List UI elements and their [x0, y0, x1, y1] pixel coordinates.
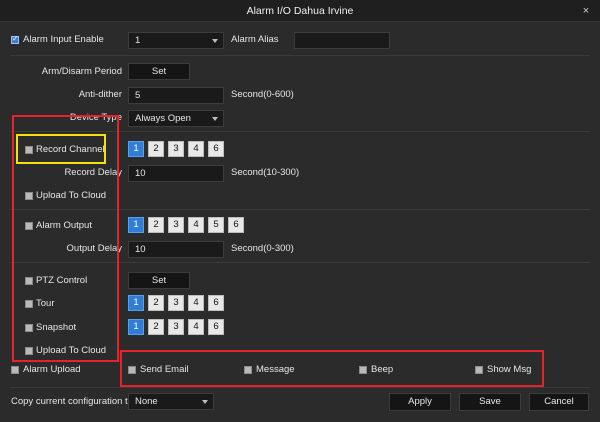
record-channel-chip[interactable]: 2 — [148, 141, 164, 157]
snapshot-chip[interactable]: 3 — [168, 319, 184, 335]
tour-chip[interactable]: 1 — [128, 295, 144, 311]
record-channel-chip[interactable]: 6 — [208, 141, 224, 157]
chevron-down-icon — [212, 39, 218, 43]
alarm-input-value: 1 — [135, 35, 141, 46]
record-channel-chips: 1 2 3 4 6 — [128, 141, 224, 157]
alarm-output-chip[interactable]: 2 — [148, 217, 164, 233]
alarm-output-chip[interactable]: 6 — [228, 217, 244, 233]
tour-chips: 1 2 3 4 6 — [128, 295, 224, 311]
record-channel-chip[interactable]: 1 — [128, 141, 144, 157]
record-delay-unit: Second(10-300) — [231, 167, 300, 178]
alarm-output-chip[interactable]: 4 — [188, 217, 204, 233]
save-button[interactable]: Save — [459, 393, 521, 411]
anti-dither-label: Anti-dither — [78, 89, 122, 100]
device-type-value: Always Open — [135, 113, 191, 124]
tour-chip[interactable]: 6 — [208, 295, 224, 311]
arm-disarm-period-label: Arm/Disarm Period — [41, 66, 122, 77]
snapshot-chip[interactable]: 2 — [148, 319, 164, 335]
divider — [10, 387, 590, 388]
alarm-alias-label: Alarm Alias — [231, 34, 279, 45]
alarm-input-enable-label: Alarm Input Enable — [23, 34, 104, 45]
alarm-upload-checkbox[interactable] — [11, 366, 19, 374]
record-channel-chip[interactable]: 3 — [168, 141, 184, 157]
apply-button[interactable]: Apply — [389, 393, 451, 411]
record-delay-input[interactable]: 10 — [128, 165, 224, 182]
anti-dither-unit: Second(0-600) — [231, 89, 294, 100]
alarm-input-select[interactable]: 1 — [128, 32, 224, 49]
arm-disarm-set-button[interactable]: Set — [128, 63, 190, 80]
tour-chip[interactable]: 2 — [148, 295, 164, 311]
record-channel-chip[interactable]: 4 — [188, 141, 204, 157]
alarm-upload-label: Alarm Upload — [23, 364, 81, 375]
alarm-output-chip[interactable]: 5 — [208, 217, 224, 233]
alarm-output-chip[interactable]: 1 — [128, 217, 144, 233]
tour-chip[interactable]: 3 — [168, 295, 184, 311]
output-delay-input[interactable]: 10 — [128, 241, 224, 258]
copy-config-label: Copy current configuration to — [11, 396, 133, 407]
snapshot-chip[interactable]: 6 — [208, 319, 224, 335]
alarm-output-chip[interactable]: 3 — [168, 217, 184, 233]
device-type-select[interactable]: Always Open — [128, 110, 224, 127]
output-delay-unit: Second(0-300) — [231, 243, 294, 254]
tour-chip[interactable]: 4 — [188, 295, 204, 311]
alarm-input-enable-checkbox[interactable] — [11, 34, 19, 44]
anti-dither-input[interactable]: 5 — [128, 87, 224, 104]
chevron-down-icon — [212, 117, 218, 121]
ptz-set-button[interactable]: Set — [128, 272, 190, 289]
highlight-box-yellow — [16, 134, 106, 164]
alarm-output-chips: 1 2 3 4 5 6 — [128, 217, 244, 233]
cancel-button[interactable]: Cancel — [529, 393, 589, 411]
window-title: Alarm I/O Dahua Irvine — [246, 5, 354, 17]
chevron-down-icon — [202, 400, 208, 404]
snapshot-chip[interactable]: 1 — [128, 319, 144, 335]
copy-config-value: None — [135, 396, 158, 407]
highlight-box-red — [120, 350, 544, 387]
close-icon[interactable]: × — [578, 3, 594, 19]
copy-config-select[interactable]: None — [128, 393, 214, 410]
alarm-alias-input[interactable] — [294, 32, 390, 49]
snapshot-chips: 1 2 3 4 6 — [128, 319, 224, 335]
snapshot-chip[interactable]: 4 — [188, 319, 204, 335]
divider — [10, 55, 590, 56]
